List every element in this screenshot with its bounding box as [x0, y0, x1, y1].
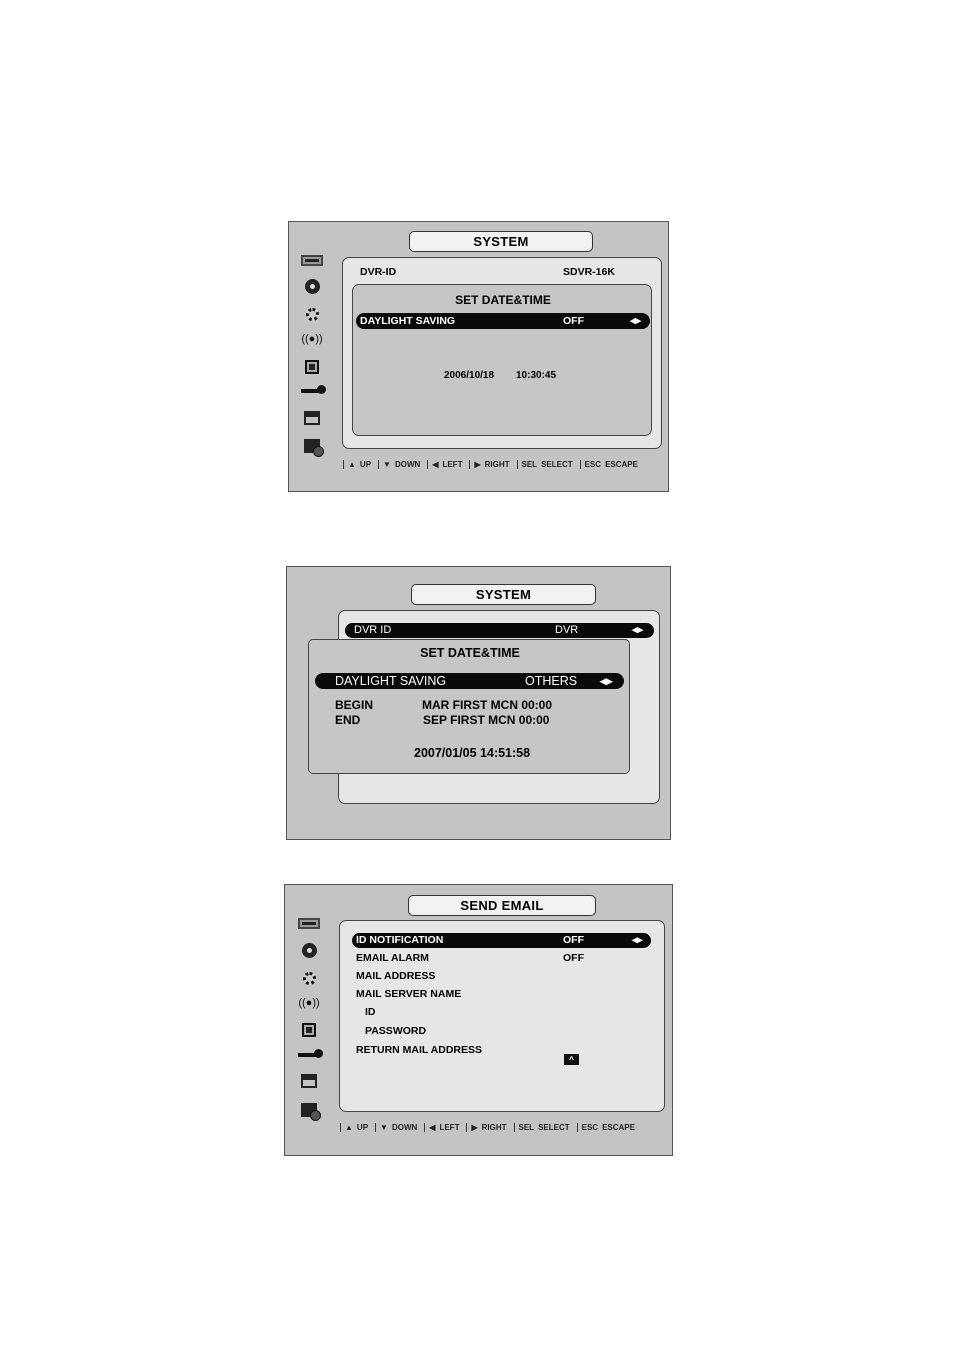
daylight-saving-label: DAYLIGHT SAVING: [335, 674, 447, 688]
alarm-icon[interactable]: ((●)): [295, 993, 323, 1013]
daylight-saving-value: OFF: [563, 315, 584, 327]
end-value[interactable]: SEP FIRST MCN 00:00: [423, 713, 549, 727]
id-notification-label: ID NOTIFICATION: [356, 934, 444, 946]
help-right: RIGHT: [484, 460, 510, 469]
help-esc-key: ESC: [584, 460, 602, 469]
begin-label: BEGIN: [335, 698, 374, 712]
daylight-saving-label: DAYLIGHT SAVING: [360, 315, 456, 327]
current-time: 10:30:45: [516, 370, 557, 381]
network-icon[interactable]: [298, 408, 326, 428]
left-right-arrows-icon: ◂▸: [630, 315, 642, 327]
dvr-id-label: DVR ID: [354, 624, 392, 636]
help-up: UP: [359, 460, 372, 469]
id-notification-value: OFF: [563, 934, 584, 946]
date-time-subpanel: SET DATE&TIME DAYLIGHT SAVING OFF ◂▸ 200…: [352, 284, 652, 436]
computer-icon[interactable]: [298, 357, 326, 377]
daylight-saving-row[interactable]: DAYLIGHT SAVING OFF ◂▸: [356, 313, 650, 329]
system-date-time-others-screen: SYSTEM DVR ID DVR ◂▸ SET DATE&TIME DAYLI…: [286, 566, 671, 840]
main-panel: DVR-ID SDVR-16K SET DATE&TIME DAYLIGHT S…: [342, 257, 662, 449]
screen-title: SEND EMAIL: [408, 895, 596, 916]
down-arrow-icon: ▼: [383, 460, 391, 469]
help-sel-key: SEL: [521, 460, 538, 469]
dvr-id-row[interactable]: DVR ID DVR ◂▸: [345, 623, 654, 638]
help-esc-key: ESC: [581, 1123, 599, 1132]
down-arrow-icon: ▼: [380, 1123, 388, 1132]
disk-icon[interactable]: [298, 276, 326, 296]
settings-row-id-notification[interactable]: ID NOTIFICATION OFF ◂▸: [352, 933, 651, 948]
help-left: LEFT: [442, 460, 463, 469]
key-icon[interactable]: [298, 381, 326, 401]
help-select: SELECT: [541, 460, 573, 469]
dvr-id-label: DVR-ID: [360, 266, 397, 278]
alarm-icon[interactable]: ((●)): [298, 329, 326, 349]
daylight-saving-row[interactable]: DAYLIGHT SAVING OTHERS ◂▸: [315, 673, 624, 689]
disk-computer-icon[interactable]: [295, 1100, 323, 1121]
left-right-arrows-icon: ◂▸: [632, 934, 643, 946]
email-alarm-value[interactable]: OFF: [563, 952, 584, 964]
begin-value[interactable]: MAR FIRST MCN 00:00: [422, 698, 552, 712]
subpanel-title: SET DATE&TIME: [455, 293, 551, 307]
monitor-icon[interactable]: [295, 913, 323, 933]
help-escape: ESCAPE: [602, 1123, 635, 1132]
current-date-time: 2007/01/05 14:51:58: [414, 746, 531, 760]
left-arrow-icon: ◀: [432, 460, 439, 469]
help-up: UP: [356, 1123, 369, 1132]
password-label[interactable]: PASSWORD: [365, 1025, 426, 1037]
help-select: SELECT: [538, 1123, 570, 1132]
return-mail-address-label[interactable]: RETURN MAIL ADDRESS: [356, 1044, 482, 1056]
left-right-arrows-icon: ◂▸: [632, 624, 644, 636]
dvr-id-value: SDVR-16K: [563, 266, 615, 278]
gear-icon[interactable]: [295, 968, 323, 988]
right-arrow-icon: ▶: [471, 1123, 478, 1132]
mail-server-name-label[interactable]: MAIL SERVER NAME: [356, 988, 461, 1000]
end-label: END: [335, 713, 361, 727]
right-arrow-icon: ▶: [474, 460, 481, 469]
current-date: 2006/10/18: [444, 370, 495, 381]
email-settings-panel: ID NOTIFICATION OFF ◂▸ EMAIL ALARM OFF M…: [339, 920, 665, 1112]
date-time-subpanel: SET DATE&TIME DAYLIGHT SAVING OTHERS ◂▸ …: [308, 639, 630, 774]
scroll-up-button[interactable]: ^: [564, 1054, 579, 1065]
left-arrow-icon: ◀: [429, 1123, 436, 1132]
help-sel-key: SEL: [518, 1123, 535, 1132]
dvr-id-value: DVR: [555, 624, 579, 636]
key-icon[interactable]: [295, 1045, 323, 1065]
help-escape: ESCAPE: [605, 460, 638, 469]
disk-icon[interactable]: [295, 940, 323, 960]
screen-title: SYSTEM: [409, 231, 593, 252]
monitor-icon[interactable]: [298, 250, 326, 270]
mail-address-label[interactable]: MAIL ADDRESS: [356, 970, 435, 982]
system-date-time-screen: SYSTEM ((●)) DVR-ID SDVR-16K SET DATE&TI…: [288, 221, 669, 492]
send-email-screen: SEND EMAIL ((●)) ID NOTIFICATION OFF ◂▸ …: [284, 884, 673, 1156]
left-right-arrows-icon: ◂▸: [600, 674, 613, 688]
screen-title: SYSTEM: [411, 584, 596, 605]
subpanel-title: SET DATE&TIME: [420, 646, 520, 660]
gear-icon[interactable]: [298, 304, 326, 324]
email-alarm-label[interactable]: EMAIL ALARM: [356, 952, 429, 964]
help-bar: ▲ UP ▼ DOWN ◀ LEFT ▶ RIGHT SEL SELECT ESC ESCAPE: [340, 460, 642, 470]
help-down: DOWN: [391, 1123, 418, 1132]
up-arrow-icon: ▲: [348, 460, 356, 469]
computer-icon[interactable]: [295, 1020, 323, 1040]
help-left: LEFT: [439, 1123, 460, 1132]
disk-computer-icon[interactable]: [298, 436, 326, 457]
help-down: DOWN: [394, 460, 421, 469]
help-right: RIGHT: [481, 1123, 507, 1132]
network-icon[interactable]: [295, 1071, 323, 1091]
daylight-saving-value: OTHERS: [525, 674, 578, 688]
up-arrow-icon: ▲: [345, 1123, 353, 1132]
help-bar: ▲ UP ▼ DOWN ◀ LEFT ▶ RIGHT SEL SELECT ESC ESCAPE: [337, 1123, 639, 1133]
id-label[interactable]: ID: [365, 1006, 376, 1018]
